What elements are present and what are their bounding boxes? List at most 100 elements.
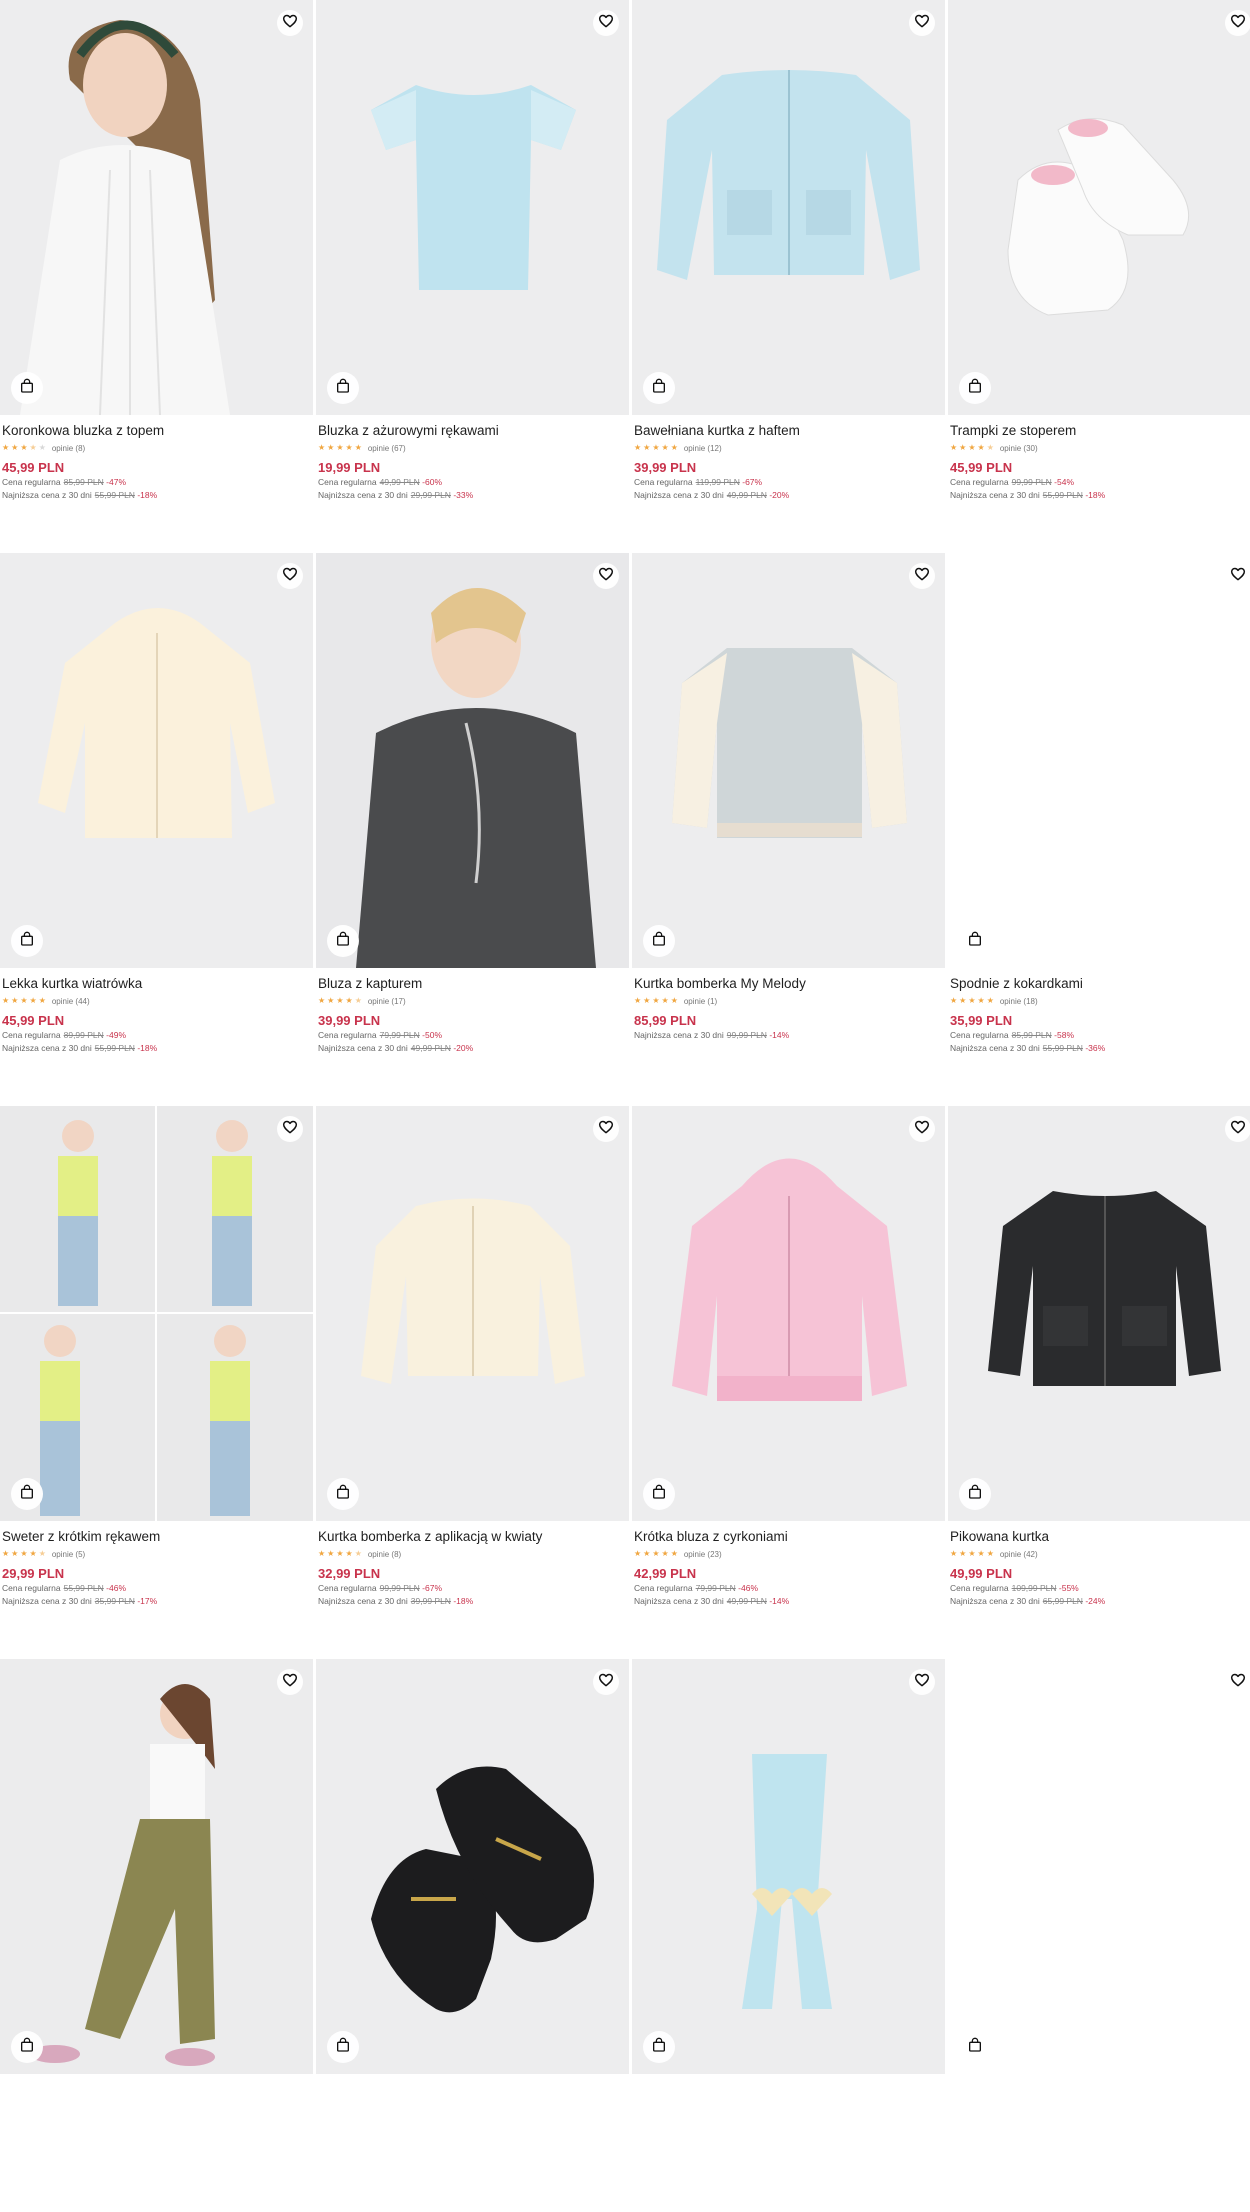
product-image[interactable] [316, 553, 629, 968]
product-name[interactable]: Bluzka z ażurowymi rękawami [318, 422, 626, 440]
wishlist-button[interactable] [277, 563, 303, 589]
discount-badge: -46% [106, 1583, 126, 1593]
add-to-cart-button[interactable] [327, 1478, 359, 1510]
wishlist-button[interactable] [277, 10, 303, 36]
wishlist-button[interactable] [909, 10, 935, 36]
product-image[interactable] [632, 1659, 945, 2074]
product-name[interactable]: Bluza z kapturem [318, 975, 626, 993]
add-to-cart-button[interactable] [11, 372, 43, 404]
discount-badge: -18% [453, 1596, 474, 1606]
star-icon: ★ [670, 443, 678, 452]
product-image[interactable] [632, 553, 945, 968]
reviews-count[interactable]: opinie (42) [1000, 1550, 1038, 1559]
add-to-cart-button[interactable] [643, 925, 675, 957]
product-image[interactable] [948, 0, 1250, 415]
add-to-cart-button[interactable] [959, 372, 991, 404]
lowest-price-line: Najniższa cena z 30 dni 55,99 PLN -36% [950, 1042, 1250, 1055]
product-image[interactable] [0, 1106, 313, 1521]
product-name[interactable]: Krótka bluza z cyrkoniami [634, 1528, 942, 1546]
add-to-cart-button[interactable] [11, 2031, 43, 2063]
add-to-cart-button[interactable] [327, 372, 359, 404]
product-name[interactable]: Kurtka bomberka z aplikacją w kwiaty [318, 1528, 626, 1546]
wishlist-button[interactable] [593, 1669, 619, 1695]
regular-price-line: Cena regularna 49,99 PLN -60% [318, 476, 626, 489]
product-name[interactable]: Sweter z krótkim rękawem [2, 1528, 310, 1546]
lowest-price-line: Najniższa cena z 30 dni 49,99 PLN -20% [318, 1042, 626, 1055]
product-card[interactable]: Bawełniana kurtka z haftem ★ ★ ★ ★ ★ opinie (1… [632, 0, 945, 553]
add-to-cart-button[interactable] [643, 2031, 675, 2063]
product-image[interactable] [632, 0, 945, 415]
add-to-cart-button[interactable] [11, 925, 43, 957]
wishlist-button[interactable] [909, 563, 935, 589]
wishlist-button[interactable] [1225, 563, 1250, 589]
product-image[interactable] [316, 1106, 629, 1521]
product-card[interactable] [632, 1659, 945, 2212]
add-to-cart-button[interactable] [959, 925, 991, 957]
product-card[interactable]: Bluza z kapturem ★ ★ ★ ★ ★ opinie (17) 39,99 PL… [316, 553, 629, 1106]
product-card[interactable]: Spodnie z kokardkami ★ ★ ★ ★ ★ opinie (18) 35,9… [948, 553, 1250, 1106]
star-icon: ★ [29, 1549, 37, 1558]
add-to-cart-button[interactable] [643, 1478, 675, 1510]
add-to-cart-button[interactable] [959, 1478, 991, 1510]
product-info: Koronkowa bluzka z topem ★ ★ ★ ★ ★ opinie (8) 4… [2, 422, 310, 502]
product-card[interactable] [0, 1659, 313, 2212]
add-to-cart-button[interactable] [959, 2031, 991, 2063]
wishlist-button[interactable] [593, 1116, 619, 1142]
product-card[interactable] [948, 1659, 1250, 2212]
reviews-count[interactable]: opinie (44) [52, 997, 90, 1006]
reviews-count[interactable]: opinie (30) [1000, 444, 1038, 453]
product-image[interactable] [948, 1659, 1250, 2074]
reviews-count[interactable]: opinie (8) [368, 1550, 401, 1559]
product-name[interactable]: Kurtka bomberka My Melody [634, 975, 942, 993]
product-card[interactable]: Sweter z krótkim rękawem ★ ★ ★ ★ ★ opinie (5) 2… [0, 1106, 313, 1659]
product-image[interactable] [948, 1106, 1250, 1521]
current-price: 49,99 PLN [950, 1566, 1013, 1581]
reviews-count[interactable]: opinie (18) [1000, 997, 1038, 1006]
product-card[interactable]: Trampki ze stoperem ★ ★ ★ ★ ★ opinie (30) 45,99… [948, 0, 1250, 553]
wishlist-button[interactable] [277, 1116, 303, 1142]
product-card[interactable]: Bluzka z ażurowymi rękawami ★ ★ ★ ★ ★ opinie (… [316, 0, 629, 553]
reviews-count[interactable]: opinie (8) [52, 444, 85, 453]
reviews-count[interactable]: opinie (67) [368, 444, 406, 453]
reviews-count[interactable]: opinie (12) [684, 444, 722, 453]
product-card[interactable]: Kurtka bomberka z aplikacją w kwiaty ★ ★ ★ ★… [316, 1106, 629, 1659]
product-name[interactable]: Bawełniana kurtka z haftem [634, 422, 942, 440]
product-image[interactable] [316, 1659, 629, 2074]
reviews-count[interactable]: opinie (1) [684, 997, 717, 1006]
wishlist-button[interactable] [1225, 10, 1250, 36]
star-icon: ★ [634, 1549, 642, 1558]
product-card[interactable]: Kurtka bomberka My Melody ★ ★ ★ ★ ★ opinie (1)… [632, 553, 945, 1106]
product-image[interactable] [0, 0, 313, 415]
wishlist-button[interactable] [1225, 1669, 1250, 1695]
product-card[interactable]: Pikowana kurtka ★ ★ ★ ★ ★ opinie (42) 49,99 PLN… [948, 1106, 1250, 1659]
wishlist-button[interactable] [909, 1116, 935, 1142]
rating-stars: ★ ★ ★ ★ ★ [318, 443, 362, 453]
product-name[interactable]: Spodnie z kokardkami [950, 975, 1250, 993]
add-to-cart-button[interactable] [327, 925, 359, 957]
product-name[interactable]: Pikowana kurtka [950, 1528, 1250, 1546]
reviews-count[interactable]: opinie (17) [368, 997, 406, 1006]
wishlist-button[interactable] [909, 1669, 935, 1695]
add-to-cart-button[interactable] [11, 1478, 43, 1510]
wishlist-button[interactable] [277, 1669, 303, 1695]
product-name[interactable]: Lekka kurtka wiatrówka [2, 975, 310, 993]
product-card[interactable]: Krótka bluza z cyrkoniami ★ ★ ★ ★ ★ opinie (23… [632, 1106, 945, 1659]
add-to-cart-button[interactable] [327, 2031, 359, 2063]
wishlist-button[interactable] [593, 10, 619, 36]
product-card[interactable] [316, 1659, 629, 2212]
product-image[interactable] [0, 1659, 313, 2074]
wishlist-button[interactable] [593, 563, 619, 589]
product-image[interactable] [632, 1106, 945, 1521]
product-image[interactable] [0, 553, 313, 968]
product-image[interactable] [948, 553, 1250, 968]
product-name[interactable]: Koronkowa bluzka z topem [2, 422, 310, 440]
regular-price-line: Cena regularna 79,99 PLN -50% [318, 1029, 626, 1042]
product-card[interactable]: Koronkowa bluzka z topem ★ ★ ★ ★ ★ opinie (8) 4… [0, 0, 313, 553]
product-card[interactable]: Lekka kurtka wiatrówka ★ ★ ★ ★ ★ opinie (44) 45… [0, 553, 313, 1106]
wishlist-button[interactable] [1225, 1116, 1250, 1142]
reviews-count[interactable]: opinie (23) [684, 1550, 722, 1559]
product-image[interactable] [316, 0, 629, 415]
product-name[interactable]: Trampki ze stoperem [950, 422, 1250, 440]
reviews-count[interactable]: opinie (5) [52, 1550, 85, 1559]
add-to-cart-button[interactable] [643, 372, 675, 404]
